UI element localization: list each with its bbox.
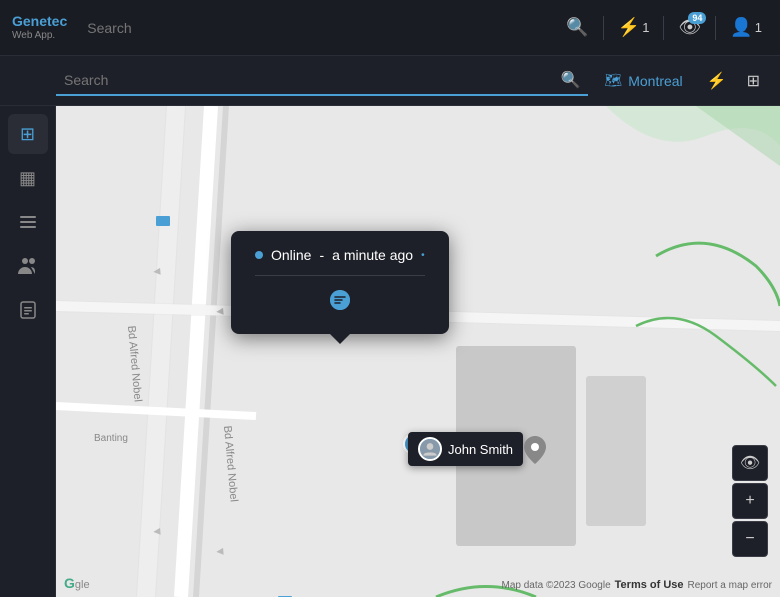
monitoring-button[interactable]: 👁 94 xyxy=(672,11,707,44)
logo: Genetec Web App. xyxy=(12,14,67,40)
map-city-label: Montreal xyxy=(628,73,682,89)
sidebar-item-dashboard[interactable]: ⊞ xyxy=(8,114,48,154)
people-icon xyxy=(17,256,39,276)
tooltip-divider xyxy=(255,275,425,276)
search-icon-btn[interactable]: 🔍 xyxy=(560,11,594,44)
tooltip-arrow xyxy=(330,334,350,344)
sidebar-item-people[interactable] xyxy=(8,246,48,286)
tooltip-dot-indicator: • xyxy=(421,250,425,261)
map-data-text: Map data ©2023 Google xyxy=(502,580,611,591)
map-lightning-icon: ⚡ xyxy=(707,73,727,90)
eye-control-button[interactable]: 👁 xyxy=(732,445,768,481)
sidebar-item-list[interactable] xyxy=(8,202,48,242)
svg-text:▼: ▼ xyxy=(150,265,165,278)
zoom-out-button[interactable]: − xyxy=(732,521,768,557)
monitoring-badge: 94 xyxy=(688,12,706,24)
avatar-image xyxy=(420,437,440,461)
map-layers-icon: ⊞ xyxy=(747,73,760,90)
map-bar: 🔍 🗺 Montreal ⚡ ⊞ xyxy=(0,56,780,106)
map-tooltip: Online - a minute ago • xyxy=(231,231,449,334)
main-layout: ⊞ ▦ xyxy=(0,106,780,597)
map-city-selector[interactable]: 🗺 Montreal xyxy=(588,72,698,89)
grid-icon: ▦ xyxy=(19,168,36,189)
name-label-marker[interactable]: John Smith xyxy=(408,432,523,466)
zoom-in-button[interactable]: + xyxy=(732,483,768,519)
user-button[interactable]: 👤 1 xyxy=(724,11,768,44)
google-g: G xyxy=(64,575,75,591)
top-search-input[interactable] xyxy=(87,20,287,36)
nav-separator-3 xyxy=(715,16,716,40)
map-pin xyxy=(524,436,546,470)
map-background: ▼ ▼ ▼ ▼ Bd Alfred Nobel Bd Alfred Nobel … xyxy=(56,106,780,597)
map-lightning-button[interactable]: ⚡ xyxy=(699,65,735,97)
activity-count: 1 xyxy=(642,20,649,35)
map-icon: 🗺 xyxy=(604,72,622,89)
nav-separator-2 xyxy=(663,16,664,40)
list-view-icon xyxy=(18,212,38,232)
top-navbar: Genetec Web App. 🔍 ⚡ 1 👁 94 👤 1 xyxy=(0,0,780,56)
dashboard-icon: ⊞ xyxy=(20,124,35,145)
top-nav-icons: 🔍 ⚡ 1 👁 94 👤 1 xyxy=(560,11,768,44)
sidebar-item-reports[interactable] xyxy=(8,290,48,330)
status-dot xyxy=(255,251,263,259)
map-search-icon: 🔍 xyxy=(561,70,581,90)
terms-link[interactable]: Terms of Use xyxy=(615,579,684,591)
tooltip-status-row: Online - a minute ago • xyxy=(255,247,425,263)
user-count: 1 xyxy=(755,20,762,35)
nav-separator-1 xyxy=(603,16,604,40)
map-bar-right: ⚡ ⊞ xyxy=(699,65,780,97)
person-name: John Smith xyxy=(448,442,513,457)
tooltip-status-text: Online xyxy=(271,247,311,263)
reports-icon xyxy=(19,300,37,320)
map-layers-button[interactable]: ⊞ xyxy=(739,65,768,97)
map-search-input[interactable] xyxy=(64,72,553,88)
svg-text:Banting: Banting xyxy=(94,433,128,444)
svg-text:▼: ▼ xyxy=(213,545,228,558)
logo-genetec: Genetec xyxy=(12,14,67,29)
report-link[interactable]: Report a map error xyxy=(688,580,772,591)
google-watermark: Ggle xyxy=(64,575,90,591)
plus-icon: + xyxy=(745,492,754,510)
activity-button[interactable]: ⚡ 1 xyxy=(612,11,656,44)
user-icon: 👤 xyxy=(730,17,752,38)
svg-text:▼: ▼ xyxy=(213,305,228,318)
tooltip-time: a minute ago xyxy=(332,247,413,263)
top-search-area[interactable] xyxy=(87,20,287,36)
sidebar: ⊞ ▦ xyxy=(0,106,56,597)
tooltip-separator: - xyxy=(319,247,324,263)
svg-text:▼: ▼ xyxy=(150,525,165,538)
tooltip-message-icon[interactable] xyxy=(255,288,425,318)
lightning-icon: ⚡ xyxy=(618,17,640,38)
map-controls: 👁 + − xyxy=(732,445,768,557)
location-pin-icon xyxy=(524,436,546,464)
message-icon xyxy=(328,288,352,312)
logo-sub: Web App. xyxy=(12,30,67,41)
avatar xyxy=(418,437,442,461)
eye-icon: 👁 xyxy=(740,453,760,473)
map-search-wrap[interactable]: 🔍 xyxy=(56,66,588,96)
minus-icon: − xyxy=(745,530,754,548)
google-rest: gle xyxy=(75,579,90,591)
sidebar-item-grid[interactable]: ▦ xyxy=(8,158,48,198)
map-container[interactable]: ▼ ▼ ▼ ▼ Bd Alfred Nobel Bd Alfred Nobel … xyxy=(56,106,780,597)
map-attribution: Map data ©2023 Google Terms of Use Repor… xyxy=(56,579,780,591)
